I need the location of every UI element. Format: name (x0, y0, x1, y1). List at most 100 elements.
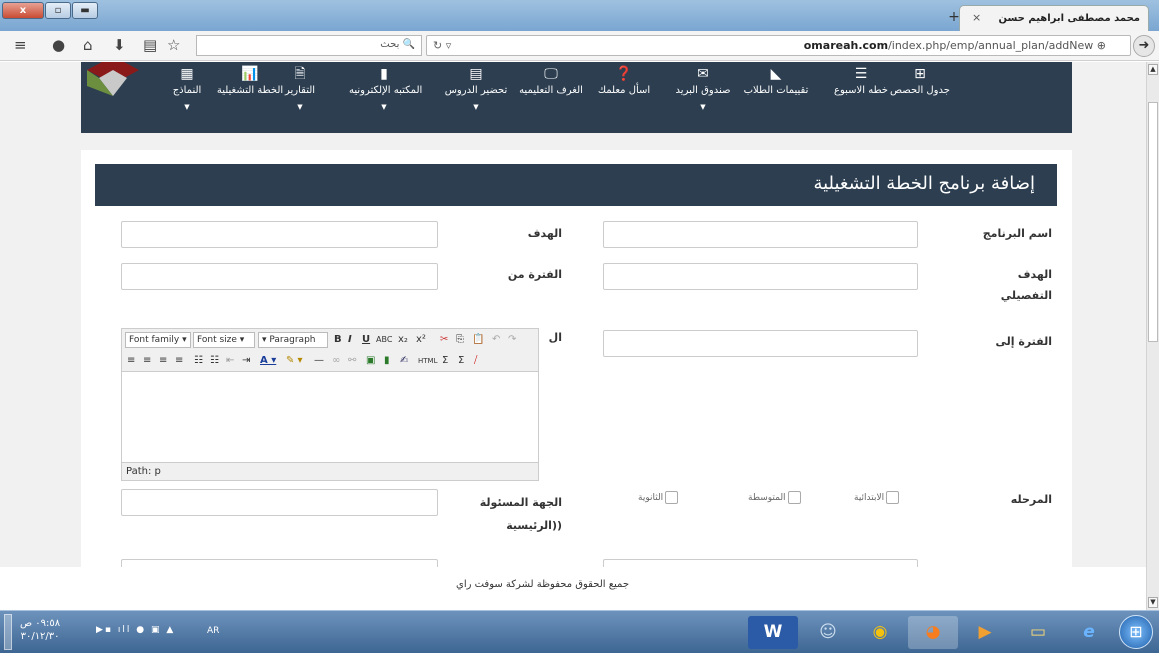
font-family-select[interactable]: Font family ▾ (125, 332, 191, 348)
browser-tab[interactable]: محمد مصطفى ابراهيم حسن × (959, 5, 1149, 31)
paragraph-select[interactable]: ▾ Paragraph (258, 332, 328, 348)
sum-icon[interactable]: Σ (442, 353, 448, 369)
checkbox[interactable] (886, 491, 900, 504)
stage-label: المرحله (1010, 493, 1052, 506)
word-app-icon[interactable]: W (748, 616, 798, 649)
program-name-label: اسم البرنامج (982, 227, 1052, 240)
subscript-button[interactable]: x₂ (398, 332, 408, 348)
nav-item-label: المكتبه الإلكترونيه (349, 85, 423, 96)
media-icon[interactable]: ▮ (384, 353, 390, 369)
editor-toolbar-row1: Font family ▾ Font size ▾ ▾ Paragraph B … (122, 329, 538, 351)
menu-icon[interactable]: ≡ (14, 37, 27, 53)
copy-icon[interactable]: ⎘ (456, 332, 464, 348)
bold-button[interactable]: B (334, 332, 342, 348)
period-to-label: الفترة إلى (995, 335, 1052, 348)
download-icon[interactable]: ⬇ (113, 37, 126, 53)
vertical-scrollbar[interactable]: ▲ ▼ (1146, 62, 1159, 610)
align-right-icon[interactable]: ≡ (159, 353, 167, 369)
bookmark-star-icon[interactable]: ☆ (167, 37, 180, 53)
edit-icon[interactable]: ✍ (400, 353, 408, 369)
program-name-input[interactable] (603, 221, 918, 248)
html-icon[interactable]: HTML (418, 353, 437, 369)
highlight-color-icon[interactable]: ✎ ▾ (286, 353, 303, 369)
window-restore-button[interactable]: ▫ (45, 2, 71, 19)
language-indicator[interactable]: AR (207, 626, 219, 636)
reload-icon[interactable]: ↻ ▿ (433, 39, 451, 52)
search-input[interactable]: بحث 🔍 (196, 35, 422, 56)
chevron-down-icon: ▼ (700, 103, 706, 111)
text-color-icon[interactable]: A ▾ (260, 353, 276, 369)
align-justify-icon[interactable]: ≡ (175, 353, 183, 369)
chrome-app-icon[interactable]: ◉ (855, 616, 905, 649)
font-size-select[interactable]: Font size ▾ (193, 332, 255, 348)
clear-format-icon[interactable]: ⧸ (474, 353, 477, 369)
forward-button[interactable]: ➜ (1133, 35, 1155, 57)
scroll-up-arrow-icon[interactable]: ▲ (1148, 64, 1158, 75)
internet-explorer-app-icon[interactable]: e (1064, 616, 1114, 649)
checkbox[interactable] (665, 491, 679, 504)
system-tray-icons[interactable]: ▶▪ ıll ● ▣ ▲ (96, 625, 175, 635)
strikethrough-button[interactable]: ABC (376, 332, 392, 348)
rich-text-editor[interactable]: Font family ▾ Font size ▾ ▾ Paragraph B … (121, 328, 539, 481)
superscript-button[interactable]: x² (416, 332, 426, 348)
stage-option-secondary[interactable]: الثانوية (638, 491, 679, 504)
clock-date: ٣٠/١٢/٣٠ (20, 631, 60, 642)
sigma-icon[interactable]: Σ (458, 353, 464, 369)
paste-icon[interactable]: 📋 (472, 332, 484, 348)
outdent-icon[interactable]: ⇤ (226, 353, 234, 369)
window-close-button[interactable]: x (2, 2, 44, 19)
form-header: إضافة برنامج الخطة التشغيلية (95, 164, 1057, 206)
chat-icon[interactable]: ● (52, 37, 65, 53)
indent-icon[interactable]: ⇥ (242, 353, 250, 369)
align-left-icon[interactable]: ≡ (127, 353, 135, 369)
link-icon[interactable]: ∞ (332, 353, 340, 369)
undo-icon[interactable]: ↶ (492, 332, 500, 348)
scroll-thumb[interactable] (1148, 102, 1158, 342)
align-center-icon[interactable]: ≡ (143, 353, 151, 369)
home-icon[interactable]: ⌂ (83, 37, 93, 53)
address-bar[interactable]: ↻ ▿ omareah.com/index.php/emp/annual_pla… (426, 35, 1131, 56)
messenger-app-icon[interactable]: ☺ (803, 616, 853, 649)
system-clock[interactable]: ٠٩:٥٨ ص ٣٠/١٢/٣٠ (20, 617, 60, 643)
stage-option-intermediate[interactable]: المتوسطة (748, 491, 801, 504)
nav-item[interactable]: ◣ تقييمات الطلاب (741, 66, 811, 96)
nav-item[interactable]: ▦ النماذج ▼ (152, 66, 222, 111)
tab-close-icon[interactable]: × (972, 11, 981, 24)
show-desktop-button[interactable] (4, 614, 12, 650)
library-icon[interactable]: ▤ (143, 37, 157, 53)
responsible-input[interactable] (121, 489, 438, 516)
unlink-icon[interactable]: ⚯ (348, 353, 356, 369)
nav-item[interactable]: ▮ المكتبه الإلكترونيه ▼ (349, 66, 423, 111)
tab-title: محمد مصطفى ابراهيم حسن (998, 13, 1141, 24)
detailed-goal-input[interactable] (603, 263, 918, 290)
redo-icon[interactable]: ↷ (508, 332, 516, 348)
nav-item[interactable]: ▤ تحضير الدروس ▼ (441, 66, 511, 111)
scroll-down-arrow-icon[interactable]: ▼ (1148, 597, 1158, 608)
horizontal-rule-icon[interactable]: — (314, 353, 324, 369)
nav-item-icon: 📊 (241, 66, 259, 82)
window-minimize-button[interactable]: ▬ (72, 2, 98, 19)
detailed-goal-label-1: الهدف (1017, 268, 1052, 281)
goal-input[interactable] (121, 221, 438, 248)
nav-item[interactable]: 📊 الخطة التشغيلية (215, 66, 285, 96)
numbered-list-icon[interactable]: ☷ (210, 353, 219, 369)
media-player-app-icon[interactable]: ▶ (960, 616, 1010, 649)
nav-item[interactable]: ❓ اسأل معلمك (589, 66, 659, 96)
chevron-down-icon: ▼ (297, 103, 303, 111)
form-panel: إضافة برنامج الخطة التشغيلية اسم البرنام… (81, 150, 1072, 602)
firefox-app-icon[interactable]: ◕ (908, 616, 958, 649)
nav-item[interactable]: ✉ صندوق البريد ▼ (668, 66, 738, 111)
start-button[interactable]: ⊞ (1119, 615, 1153, 649)
stage-option-primary[interactable]: الابتدائية (854, 491, 900, 504)
italic-button[interactable]: I (348, 332, 352, 348)
nav-item[interactable]: 🖵 الغرف التعليميه (516, 66, 586, 96)
period-from-input[interactable] (121, 263, 438, 290)
file-explorer-app-icon[interactable]: ▭ (1013, 616, 1063, 649)
image-icon[interactable]: ▣ (366, 353, 375, 369)
underline-button[interactable]: U (362, 332, 370, 348)
bullet-list-icon[interactable]: ☷ (194, 353, 203, 369)
period-to-input[interactable] (603, 330, 918, 357)
nav-item[interactable]: ☰ خطه الاسبوع (826, 66, 896, 96)
cut-icon[interactable]: ✂ (440, 332, 448, 348)
checkbox[interactable] (787, 491, 801, 504)
